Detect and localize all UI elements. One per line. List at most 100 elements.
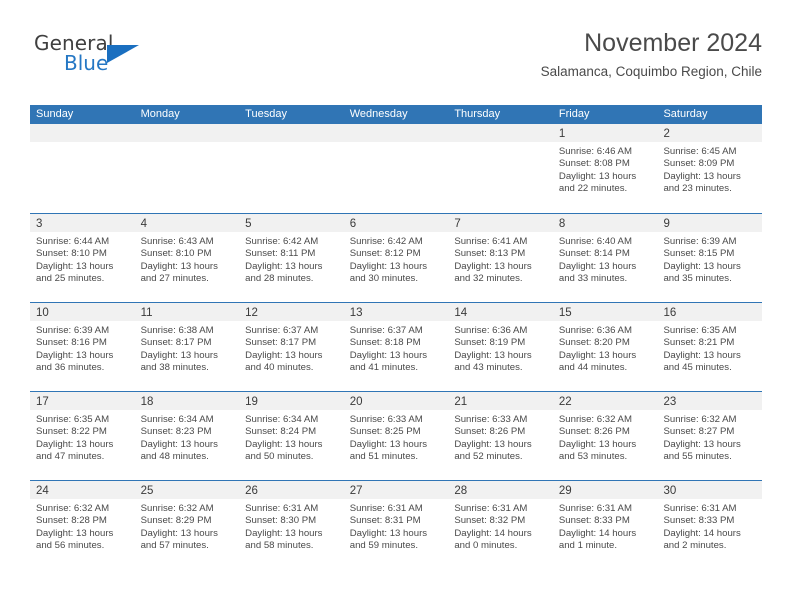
day-number-band: 14 [448, 303, 553, 321]
day-number: 28 [454, 485, 468, 497]
calendar-day-cell[interactable]: 8 Sunrise: 6:40 AM Sunset: 8:14 PM Daylight… [552, 214, 658, 302]
sunrise-time: Sunrise: 6:34 AM [245, 414, 319, 425]
calendar-week-row: 24 Sunrise: 6:32 AM Sunset: 8:28 PM Dayligh… [30, 480, 763, 569]
calendar-day-cell[interactable]: 9 Sunrise: 6:39 AM Sunset: 8:15 PM Daylight… [657, 214, 763, 302]
sunset-time: Sunset: 8:22 PM [36, 426, 107, 438]
sunrise-time: Sunrise: 6:33 AM [454, 414, 528, 425]
calendar-day-cell[interactable]: 16 Sunrise: 6:35 AM Sunset: 8:21 PM Dayligh… [657, 303, 763, 391]
calendar-day-cell[interactable]: 15 Sunrise: 6:36 AM Sunset: 8:20 PM Dayligh… [552, 303, 658, 391]
sun-info: Sunrise: 6:35 AM Sunset: 8:22 PM Daylight:… [30, 410, 135, 464]
sunrise-time: Sunrise: 6:35 AM [36, 414, 110, 425]
calendar-day-cell-empty [30, 124, 135, 213]
calendar-day-cell[interactable]: 20 Sunrise: 6:33 AM Sunset: 8:25 PM Dayligh… [343, 392, 449, 480]
sun-info: Sunrise: 6:40 AM Sunset: 8:14 PM Daylight:… [553, 232, 658, 286]
sun-info: Sunrise: 6:39 AM Sunset: 8:15 PM Daylight:… [657, 232, 762, 286]
sunrise-time: Sunrise: 6:32 AM [140, 503, 214, 514]
calendar-day-cell[interactable]: 22 Sunrise: 6:32 AM Sunset: 8:26 PM Dayligh… [552, 392, 658, 480]
calendar-day-cell[interactable]: 26 Sunrise: 6:31 AM Sunset: 8:30 PM Dayligh… [239, 481, 344, 569]
day-number: 6 [349, 218, 357, 230]
sun-info: Sunrise: 6:45 AM Sunset: 8:09 PM Daylight:… [657, 142, 762, 196]
day-number-band: 11 [134, 303, 240, 321]
calendar-day-cell[interactable]: 7 Sunrise: 6:41 AM Sunset: 8:13 PM Daylight… [448, 214, 553, 302]
day-number: 10 [36, 307, 49, 319]
sun-info: Sunrise: 6:32 AM Sunset: 8:27 PM Daylight:… [657, 410, 762, 464]
day-number: 1 [558, 128, 566, 140]
sun-info: Sunrise: 6:31 AM Sunset: 8:33 PM Daylight:… [657, 499, 762, 553]
calendar-day-cell[interactable]: 27 Sunrise: 6:31 AM Sunset: 8:31 PM Dayligh… [343, 481, 449, 569]
calendar-day-cell[interactable]: 25 Sunrise: 6:32 AM Sunset: 8:29 PM Dayligh… [134, 481, 240, 569]
daylight-duration-line1: Daylight: 13 hours [663, 260, 741, 272]
calendar-week-row: 1 Sunrise: 6:46 AM Sunset: 8:08 PM Daylight… [30, 124, 763, 213]
daylight-duration-line2: and 55 minutes. [663, 451, 732, 463]
sun-info: Sunrise: 6:43 AM Sunset: 8:10 PM Daylight:… [135, 232, 240, 286]
day-number-band: 10 [30, 303, 135, 321]
sunrise-time: Sunrise: 6:31 AM [558, 503, 632, 514]
daylight-duration-line1: Daylight: 13 hours [558, 260, 637, 272]
daylight-duration-line1: Daylight: 13 hours [140, 438, 218, 450]
sunrise-time: Sunrise: 6:43 AM [140, 236, 214, 247]
calendar-day-cell[interactable]: 19 Sunrise: 6:34 AM Sunset: 8:24 PM Dayligh… [239, 392, 344, 480]
sunset-time: Sunset: 8:17 PM [245, 337, 317, 349]
sun-info: Sunrise: 6:37 AM Sunset: 8:17 PM Daylight:… [239, 321, 344, 375]
day-number-band: 8 [552, 214, 658, 232]
sun-info: Sunrise: 6:36 AM Sunset: 8:19 PM Daylight:… [448, 321, 553, 375]
daylight-duration-line2: and 35 minutes. [663, 273, 732, 285]
calendar-day-cell[interactable]: 12 Sunrise: 6:37 AM Sunset: 8:17 PM Dayligh… [239, 303, 344, 391]
daylight-duration-line1: Daylight: 13 hours [349, 260, 428, 272]
calendar-day-cell[interactable]: 11 Sunrise: 6:38 AM Sunset: 8:17 PM Dayligh… [134, 303, 240, 391]
sunrise-time: Sunrise: 6:32 AM [558, 414, 632, 425]
sunset-time: Sunset: 8:33 PM [558, 515, 630, 527]
sunset-time: Sunset: 8:10 PM [140, 248, 212, 260]
daylight-duration-line2: and 32 minutes. [454, 273, 523, 285]
sunset-time: Sunset: 8:13 PM [454, 248, 526, 260]
calendar-day-cell[interactable]: 28 Sunrise: 6:31 AM Sunset: 8:32 PM Dayligh… [448, 481, 553, 569]
day-number-band: 6 [343, 214, 449, 232]
calendar-day-cell[interactable]: 13 Sunrise: 6:37 AM Sunset: 8:18 PM Dayligh… [343, 303, 449, 391]
daylight-duration-line2: and 22 minutes. [558, 183, 628, 195]
daylight-duration-line1: Daylight: 13 hours [349, 438, 428, 450]
day-number-band: 23 [657, 392, 763, 410]
calendar-day-cell[interactable]: 14 Sunrise: 6:36 AM Sunset: 8:19 PM Dayligh… [448, 303, 553, 391]
calendar-day-cell[interactable]: 21 Sunrise: 6:33 AM Sunset: 8:26 PM Dayligh… [448, 392, 553, 480]
weekday-header-sunday: Sunday [36, 108, 74, 120]
daylight-duration-line2: and 50 minutes. [245, 451, 314, 463]
day-number-band: 9 [657, 214, 763, 232]
sunset-time: Sunset: 8:21 PM [663, 337, 735, 349]
calendar-day-cell[interactable]: 4 Sunrise: 6:43 AM Sunset: 8:10 PM Daylight… [134, 214, 240, 302]
calendar-day-cell[interactable]: 17 Sunrise: 6:35 AM Sunset: 8:22 PM Dayligh… [30, 392, 135, 480]
day-number: 13 [349, 307, 363, 319]
sunrise-time: Sunrise: 6:32 AM [663, 414, 737, 425]
sunrise-time: Sunrise: 6:40 AM [558, 236, 632, 247]
calendar-day-cell[interactable]: 1 Sunrise: 6:46 AM Sunset: 8:08 PM Daylight… [552, 124, 658, 213]
sun-info: Sunrise: 6:31 AM Sunset: 8:31 PM Daylight:… [344, 499, 449, 553]
calendar-day-cell[interactable]: 2 Sunrise: 6:45 AM Sunset: 8:09 PM Daylight… [657, 124, 763, 213]
day-number: 25 [140, 485, 154, 497]
calendar-day-cell[interactable]: 10 Sunrise: 6:39 AM Sunset: 8:16 PM Dayligh… [30, 303, 135, 391]
day-number: 12 [245, 307, 258, 319]
calendar-day-cell[interactable]: 6 Sunrise: 6:42 AM Sunset: 8:12 PM Daylight… [343, 214, 449, 302]
daylight-duration-line1: Daylight: 13 hours [36, 527, 114, 539]
weekday-header-thursday: Thursday [454, 108, 501, 120]
calendar-day-cell[interactable]: 23 Sunrise: 6:32 AM Sunset: 8:27 PM Dayligh… [657, 392, 763, 480]
sun-info: Sunrise: 6:44 AM Sunset: 8:10 PM Daylight:… [30, 232, 135, 286]
day-number-band [134, 124, 240, 142]
sunrise-time: Sunrise: 6:31 AM [245, 503, 319, 514]
calendar-day-cell[interactable]: 18 Sunrise: 6:34 AM Sunset: 8:23 PM Dayligh… [134, 392, 240, 480]
generalblue-logo[interactable]: General Blue [34, 32, 174, 88]
daylight-duration-line1: Daylight: 13 hours [558, 438, 637, 450]
calendar-day-cell[interactable]: 5 Sunrise: 6:42 AM Sunset: 8:11 PM Daylight… [239, 214, 344, 302]
calendar-day-cell[interactable]: 29 Sunrise: 6:31 AM Sunset: 8:33 PM Dayligh… [552, 481, 658, 569]
day-number-band: 21 [448, 392, 553, 410]
day-number-band: 1 [552, 124, 658, 142]
sunrise-time: Sunrise: 6:31 AM [349, 503, 423, 514]
sunset-time: Sunset: 8:33 PM [663, 515, 735, 527]
sunset-time: Sunset: 8:27 PM [663, 426, 735, 438]
sunrise-time: Sunrise: 6:46 AM [558, 146, 632, 157]
calendar-day-cell[interactable]: 3 Sunrise: 6:44 AM Sunset: 8:10 PM Daylight… [30, 214, 135, 302]
day-number-band: 4 [134, 214, 240, 232]
calendar-day-cell[interactable]: 24 Sunrise: 6:32 AM Sunset: 8:28 PM Dayligh… [30, 481, 135, 569]
calendar-day-cell[interactable]: 30 Sunrise: 6:31 AM Sunset: 8:33 PM Dayligh… [657, 481, 763, 569]
day-number-band: 30 [657, 481, 763, 499]
daylight-duration-line2: and 51 minutes. [349, 451, 419, 463]
sunrise-time: Sunrise: 6:37 AM [245, 325, 319, 336]
